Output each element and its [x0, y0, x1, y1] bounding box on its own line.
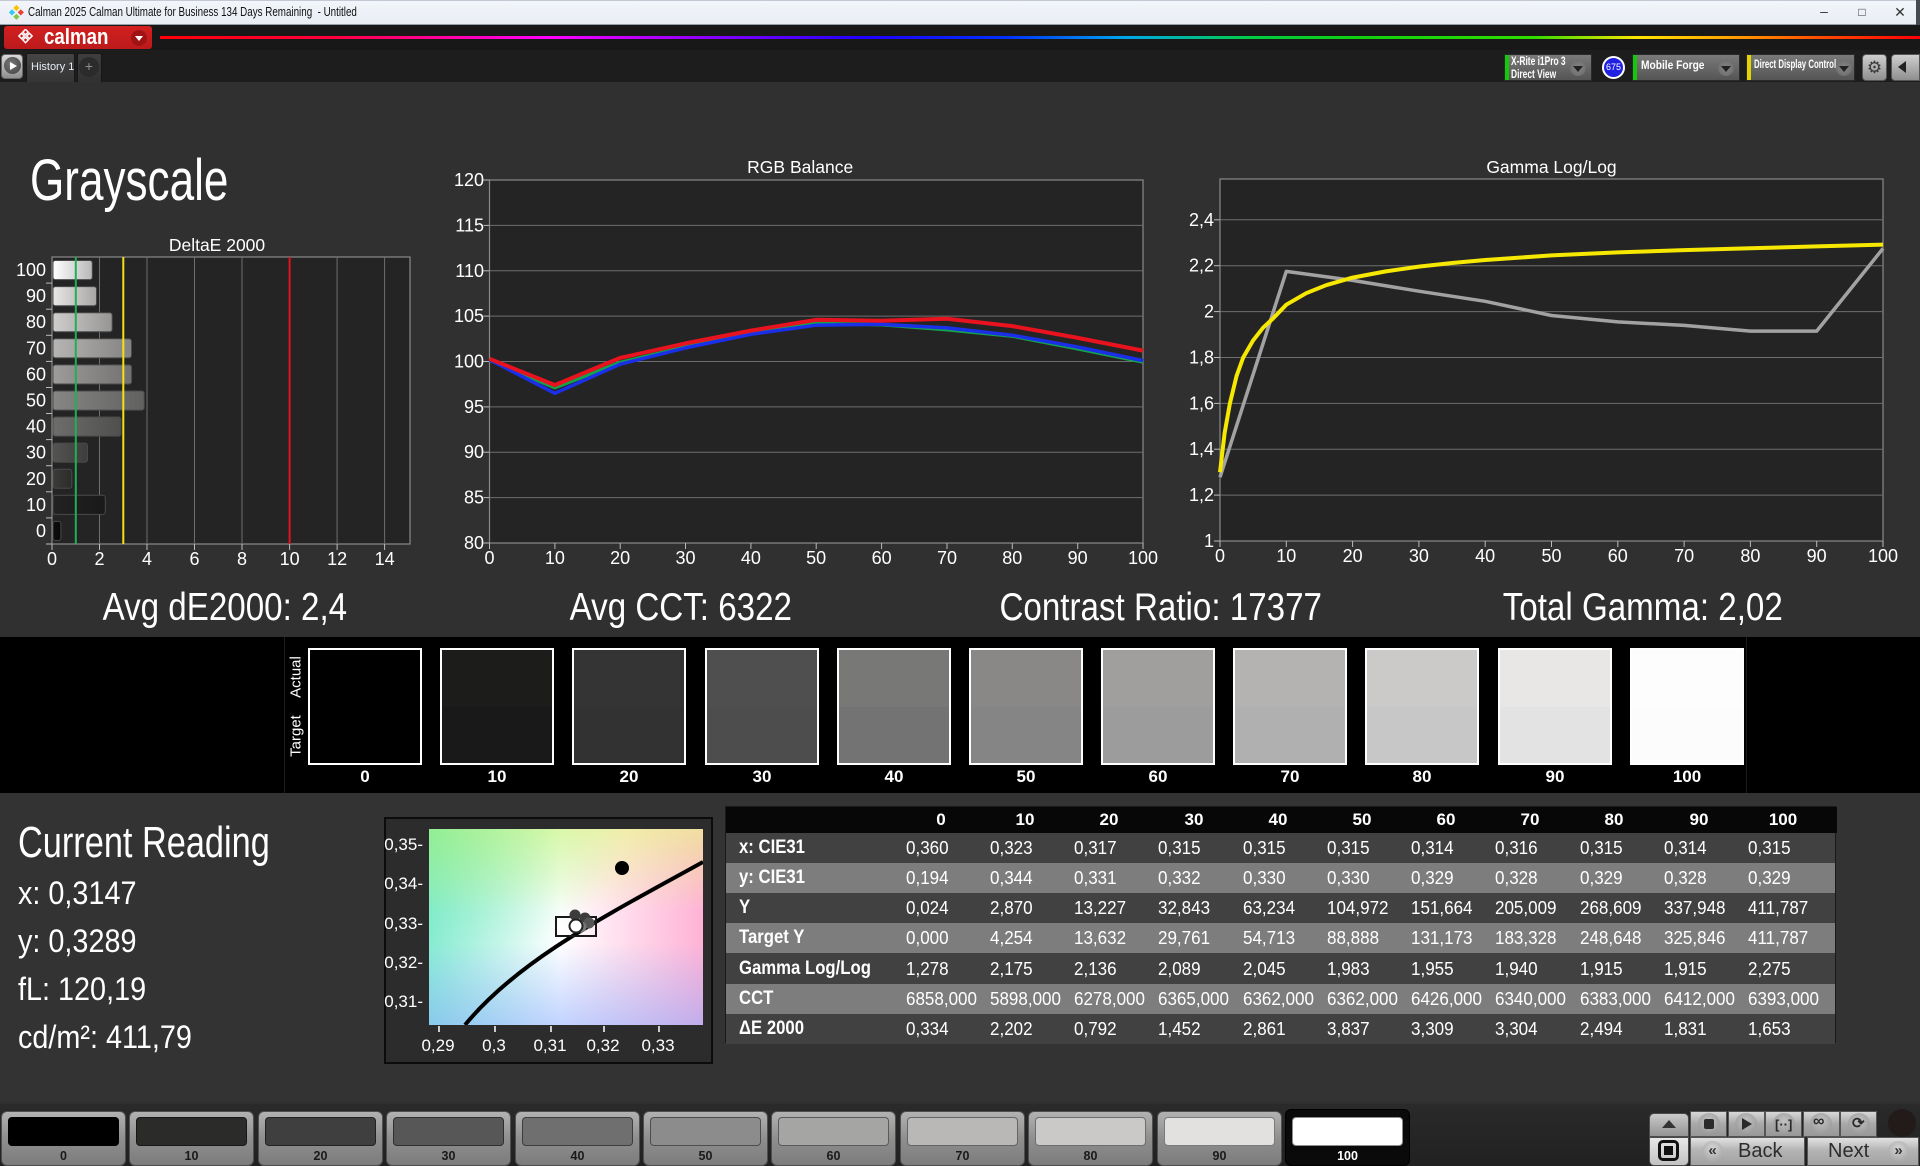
svg-text:90: 90 — [1807, 546, 1827, 566]
svg-text:60: 60 — [26, 364, 46, 384]
svg-text:0: 0 — [1215, 546, 1225, 566]
svg-text:80: 80 — [1740, 546, 1760, 566]
svg-text:1,8: 1,8 — [1189, 348, 1214, 368]
svg-text:40: 40 — [26, 417, 46, 437]
svg-text:Gamma Log/Log: Gamma Log/Log — [1486, 157, 1616, 177]
svg-text:50: 50 — [806, 548, 826, 568]
svg-text:1,2: 1,2 — [1189, 485, 1214, 505]
svg-text:100: 100 — [454, 352, 484, 372]
svg-text:60: 60 — [872, 548, 892, 568]
svg-text:90: 90 — [26, 286, 46, 306]
svg-text:2,2: 2,2 — [1189, 256, 1214, 276]
svg-text:2,4: 2,4 — [1189, 210, 1214, 230]
svg-text:1,4: 1,4 — [1189, 439, 1214, 459]
svg-text:2: 2 — [1204, 302, 1214, 322]
svg-text:90: 90 — [464, 442, 484, 462]
svg-text:4: 4 — [142, 549, 152, 569]
svg-text:30: 30 — [675, 548, 695, 568]
svg-text:30: 30 — [1409, 546, 1429, 566]
svg-text:120: 120 — [454, 170, 484, 190]
svg-text:80: 80 — [464, 533, 484, 553]
svg-text:70: 70 — [26, 338, 46, 358]
svg-text:100: 100 — [1128, 548, 1158, 568]
svg-text:20: 20 — [1343, 546, 1363, 566]
svg-text:50: 50 — [26, 391, 46, 411]
svg-text:6: 6 — [189, 549, 199, 569]
svg-text:70: 70 — [1674, 546, 1694, 566]
svg-text:10: 10 — [545, 548, 565, 568]
svg-text:80: 80 — [26, 312, 46, 332]
svg-text:70: 70 — [937, 548, 957, 568]
svg-text:0: 0 — [484, 548, 494, 568]
svg-text:1: 1 — [1204, 531, 1214, 551]
svg-text:10: 10 — [280, 549, 300, 569]
svg-text:85: 85 — [464, 488, 484, 508]
svg-text:90: 90 — [1068, 548, 1088, 568]
svg-text:2: 2 — [94, 549, 104, 569]
svg-text:30: 30 — [26, 443, 46, 463]
svg-text:50: 50 — [1541, 546, 1561, 566]
svg-text:40: 40 — [741, 548, 761, 568]
svg-text:12: 12 — [327, 549, 347, 569]
svg-text:8: 8 — [237, 549, 247, 569]
svg-text:40: 40 — [1475, 546, 1495, 566]
svg-text:20: 20 — [610, 548, 630, 568]
svg-text:60: 60 — [1608, 546, 1628, 566]
svg-text:10: 10 — [26, 495, 46, 515]
svg-text:1,6: 1,6 — [1189, 393, 1214, 413]
svg-text:95: 95 — [464, 397, 484, 417]
svg-text:RGB Balance: RGB Balance — [747, 157, 853, 177]
svg-text:0: 0 — [47, 549, 57, 569]
svg-text:115: 115 — [455, 215, 484, 235]
svg-text:10: 10 — [1276, 546, 1296, 566]
svg-text:110: 110 — [455, 261, 484, 281]
svg-text:100: 100 — [16, 260, 46, 280]
svg-text:100: 100 — [1868, 546, 1898, 566]
svg-text:14: 14 — [375, 549, 395, 569]
svg-text:80: 80 — [1002, 548, 1022, 568]
svg-text:0: 0 — [36, 521, 46, 541]
svg-text:DeltaE 2000: DeltaE 2000 — [169, 235, 266, 255]
svg-text:20: 20 — [26, 469, 46, 489]
svg-text:105: 105 — [454, 306, 484, 326]
